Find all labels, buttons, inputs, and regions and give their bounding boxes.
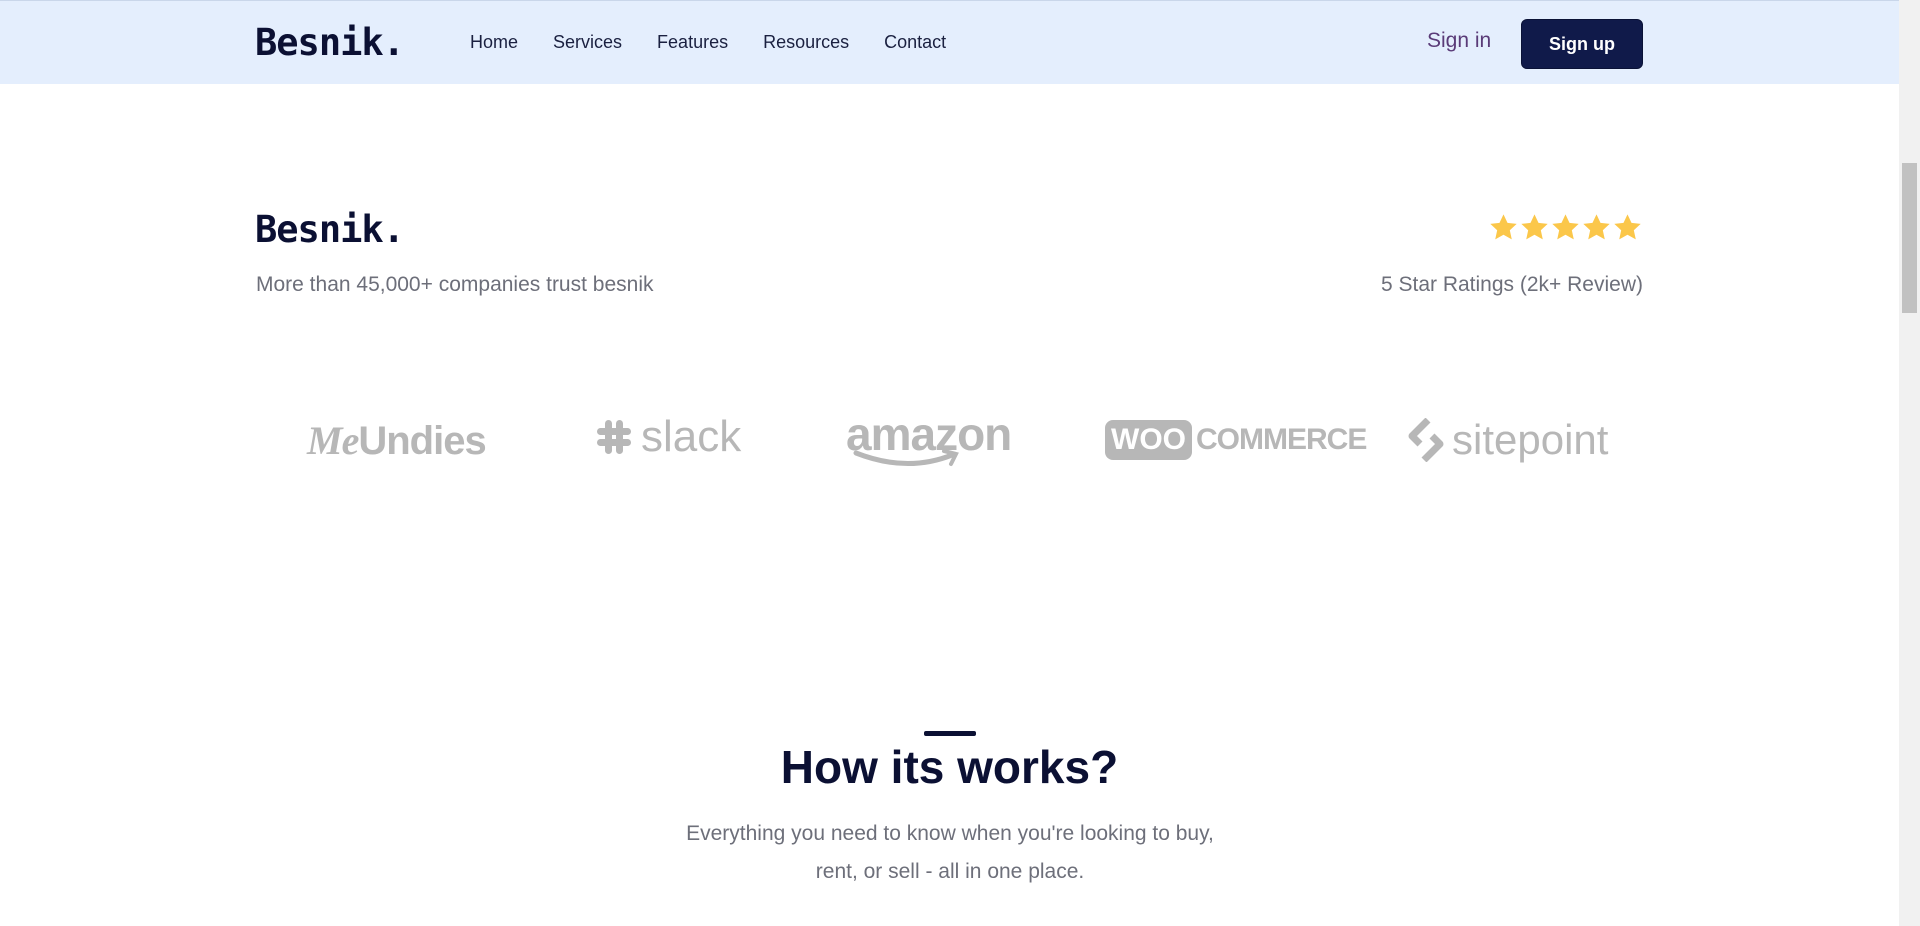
nav-link-contact[interactable]: Contact — [884, 32, 946, 53]
sitepoint-logo-text: sitepoint — [1452, 416, 1609, 463]
top-navigation-bar: Besnik. Home Services Features Resources… — [0, 0, 1899, 84]
nav-link-features[interactable]: Features — [657, 32, 728, 53]
nav-link-resources[interactable]: Resources — [763, 32, 849, 53]
page-scrollbar-track[interactable] — [1899, 0, 1920, 926]
meundies-logo-undies: Undies — [358, 419, 486, 463]
slack-logo-text: slack — [641, 412, 742, 461]
sitepoint-logo: sitepoint — [1408, 416, 1608, 464]
rating-summary: 5 Star Ratings (2k+ Review) — [1380, 273, 1643, 296]
how-it-works-description: Everything you need to know when you're … — [650, 815, 1250, 891]
star-icon — [1583, 214, 1610, 240]
woocommerce-logo: WOO COMMERCE — [1105, 420, 1367, 460]
trust-logo: Besnik. — [255, 208, 405, 251]
woocommerce-logo-text: COMMERCE — [1196, 423, 1367, 456]
woo-badge: WOO — [1105, 420, 1192, 460]
page-scrollbar-thumb[interactable] — [1902, 163, 1917, 313]
description-line: rent, or sell - all in one place. — [815, 860, 1085, 883]
sign-in-link[interactable]: Sign in — [1427, 29, 1491, 53]
description-line: Everything you need to know when you're … — [686, 822, 1214, 845]
slack-logo: slack — [595, 412, 741, 462]
section-title-accent-bar — [924, 731, 976, 736]
star-icon — [1521, 214, 1548, 240]
star-icon — [1552, 214, 1579, 240]
amazon-smile-icon — [853, 449, 959, 467]
star-icon — [1490, 214, 1517, 240]
main-nav: Home Services Features Resources Contact — [470, 32, 981, 53]
how-it-works-title: How its works? — [780, 741, 1119, 793]
sitepoint-chevron-icon — [1408, 418, 1444, 462]
nav-link-home[interactable]: Home — [470, 32, 518, 53]
star-rating — [1488, 212, 1643, 243]
meundies-logo-me: Me — [307, 418, 359, 463]
meundies-logo: MeUndies — [307, 417, 487, 464]
trust-tagline: More than 45,000+ companies trust besnik — [256, 273, 654, 296]
star-icon — [1614, 214, 1641, 240]
slack-hash-icon — [597, 420, 631, 454]
amazon-logo: amazon — [846, 407, 1012, 467]
sign-up-button[interactable]: Sign up — [1521, 19, 1643, 69]
header-logo[interactable]: Besnik. — [255, 21, 405, 64]
nav-link-services[interactable]: Services — [553, 32, 622, 53]
